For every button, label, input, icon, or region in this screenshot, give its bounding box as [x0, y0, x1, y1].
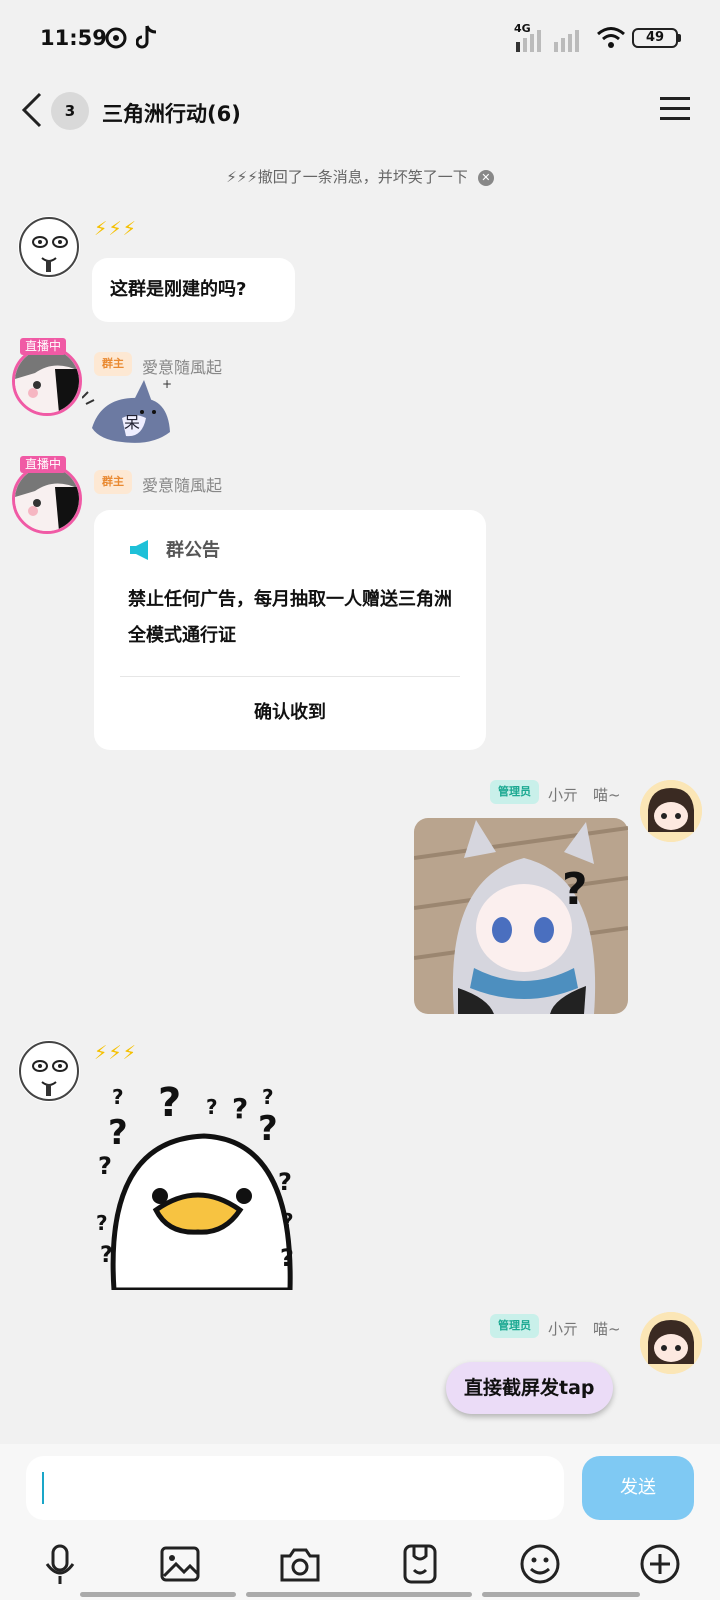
admin-badge: 管理员: [490, 780, 539, 804]
meme-face-avatar: [19, 1041, 79, 1101]
close-icon[interactable]: ✕: [477, 170, 494, 186]
input-bar: 发送: [0, 1444, 720, 1600]
gesture-bar: [80, 1592, 236, 1597]
avatar[interactable]: [12, 464, 82, 534]
recall-notice: ⚡⚡⚡撤回了一条消息，并坏笑了一下 ✕: [0, 166, 720, 187]
svg-text:?: ?: [158, 1080, 181, 1126]
svg-text:?: ?: [262, 1085, 274, 1109]
tiktok-icon: [136, 25, 157, 49]
svg-text:?: ?: [206, 1095, 218, 1119]
notice-title: 群公告: [166, 540, 220, 561]
anime-boy-avatar: [15, 467, 79, 531]
shark-sticker[interactable]: 呆 +: [82, 378, 182, 454]
back-arrow-icon[interactable]: [18, 90, 46, 130]
message-bubble[interactable]: 这群是刚建的吗?: [92, 258, 295, 322]
group-notice-card[interactable]: 群公告 禁止任何广告，每月抽取一人赠送三角洲全模式通行证 确认收到: [94, 510, 486, 750]
plus-icon[interactable]: [638, 1542, 682, 1586]
clock: 11:59: [40, 26, 107, 50]
avatar[interactable]: [640, 780, 702, 842]
svg-text:?: ?: [100, 1243, 113, 1268]
mic-icon[interactable]: [38, 1542, 82, 1586]
live-badge: 直播中: [20, 456, 67, 473]
confirm-button[interactable]: 确认收到: [94, 698, 486, 724]
svg-text:+: +: [162, 378, 172, 391]
svg-text:?: ?: [112, 1085, 124, 1109]
svg-text:?: ?: [108, 1113, 128, 1153]
send-button[interactable]: 发送: [582, 1456, 694, 1520]
owner-badge: 群主: [94, 470, 132, 494]
admin-badge: 管理员: [490, 1314, 539, 1338]
megaphone-icon: [130, 540, 148, 560]
notice-body: 禁止任何广告，每月抽取一人赠送三角洲全模式通行证: [128, 589, 452, 646]
message-input[interactable]: [26, 1456, 564, 1520]
sender-name: ⚡⚡⚡: [94, 1042, 138, 1064]
text-caret: [42, 1472, 44, 1504]
duck-question-sticker[interactable]: ??? ??? ??? ????: [94, 1080, 310, 1290]
live-badge: 直播中: [20, 338, 67, 355]
svg-text:?: ?: [96, 1211, 108, 1235]
chat-header: 3 三角洲行动(6): [0, 76, 720, 148]
unread-count-badge[interactable]: 3: [51, 92, 89, 130]
signal-icon: [516, 30, 579, 52]
battery-tip: [678, 34, 681, 42]
gesture-bar: [482, 1592, 640, 1597]
sender-name: 愛意隨風起: [142, 358, 223, 377]
avatar[interactable]: [18, 216, 80, 278]
svg-text:?: ?: [258, 1109, 278, 1149]
svg-text:?: ?: [232, 1092, 248, 1125]
menu-icon[interactable]: [660, 95, 690, 121]
svg-text:?: ?: [278, 1168, 292, 1196]
anime-boy-avatar: [15, 349, 79, 413]
svg-text:?: ?: [98, 1152, 112, 1180]
avatar[interactable]: [12, 346, 82, 416]
sender-name: 小亓 喵~: [548, 786, 621, 804]
camera-icon[interactable]: [278, 1542, 322, 1586]
image-icon[interactable]: [158, 1542, 202, 1586]
svg-text:呆: 呆: [124, 413, 140, 432]
avatar[interactable]: [640, 1312, 702, 1374]
svg-text:?: ?: [280, 1244, 294, 1272]
meme-face-avatar: [19, 217, 79, 277]
sender-name: 愛意隨風起: [142, 476, 223, 495]
divider: [120, 676, 460, 677]
message-bubble[interactable]: 直接截屏发tap: [446, 1362, 613, 1414]
battery-indicator: 49: [632, 28, 678, 48]
wifi-icon: [597, 27, 625, 48]
file-icon[interactable]: [398, 1542, 442, 1586]
svg-text:?: ?: [562, 864, 588, 915]
owner-badge: 群主: [94, 352, 132, 376]
sender-name: 小亓 喵~: [548, 1320, 621, 1338]
catgirl-question-sticker[interactable]: ?: [414, 818, 628, 1014]
chibi-girl-avatar: [640, 1312, 702, 1374]
chibi-girl-avatar: [640, 780, 702, 842]
avatar[interactable]: [18, 1040, 80, 1102]
sender-name: ⚡⚡⚡: [94, 218, 138, 240]
group-title: 三角洲行动(6): [102, 102, 241, 126]
svg-text:?: ?: [282, 1209, 294, 1233]
emoji-icon[interactable]: [518, 1542, 562, 1586]
recall-text: ⚡⚡⚡撤回了一条消息，并坏笑了一下: [226, 168, 468, 186]
gesture-bar: [246, 1592, 472, 1597]
netease-music-icon: [105, 27, 127, 49]
status-bar: 11:59 4G 49: [0, 0, 720, 76]
